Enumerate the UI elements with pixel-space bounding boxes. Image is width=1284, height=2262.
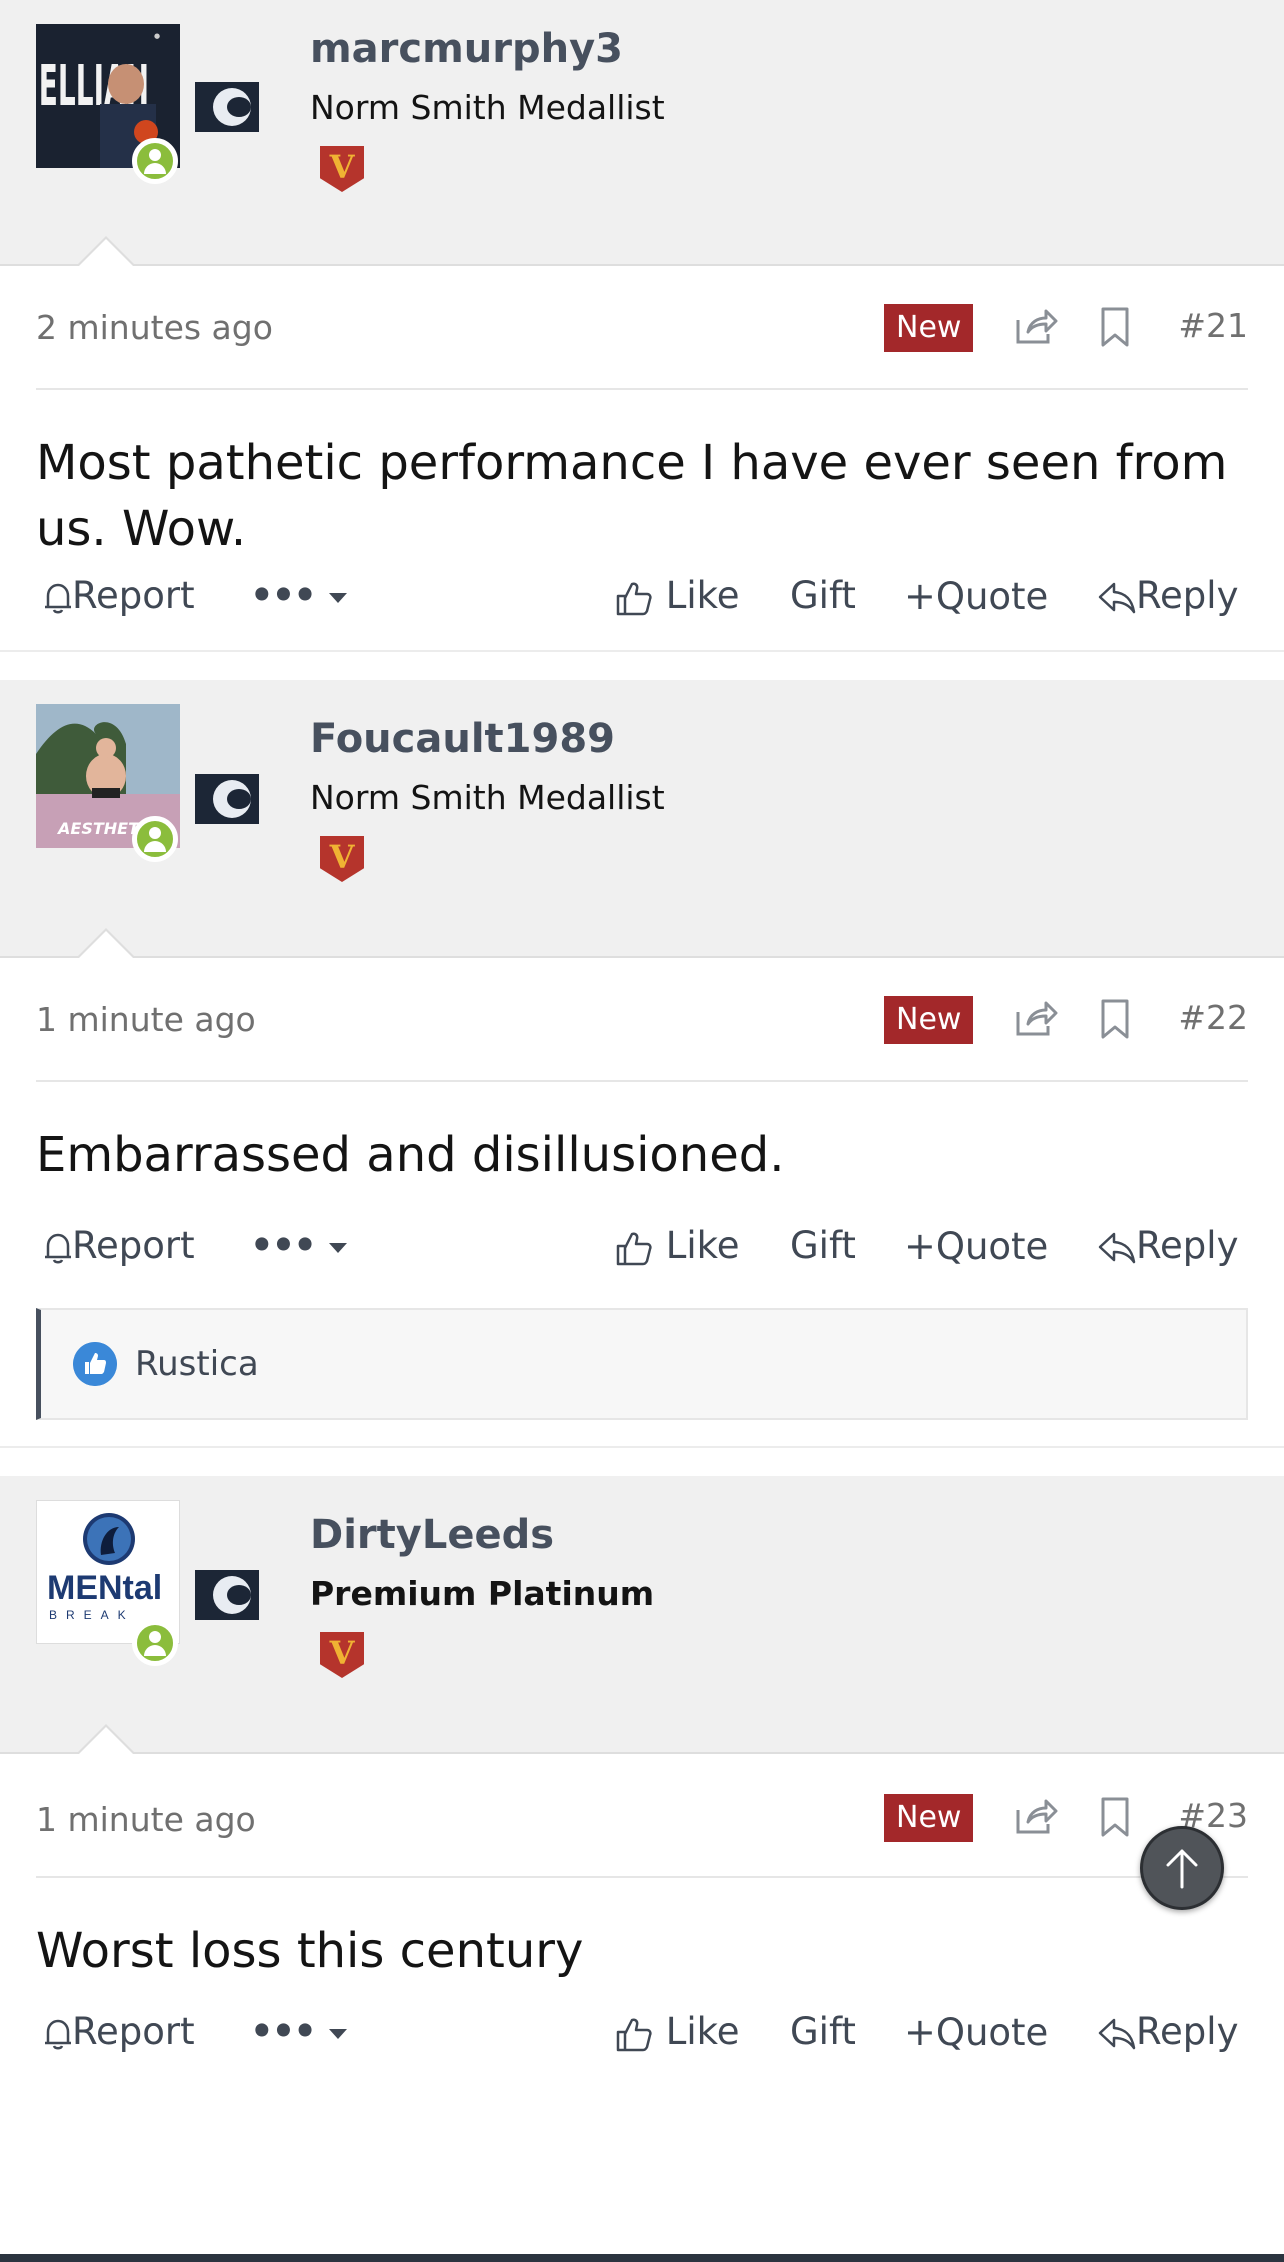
plus-icon: + [904, 2010, 936, 2054]
report-button[interactable]: Report [44, 1224, 195, 1267]
reply-icon [1098, 1232, 1136, 1263]
post-body: Most pathetic performance I have ever se… [36, 435, 1228, 557]
plus-icon: + [904, 1224, 936, 1268]
post-time[interactable]: 2 minutes ago [36, 308, 273, 347]
username-link[interactable]: marcmurphy3 [310, 26, 623, 72]
reaction-user[interactable]: Rustica [135, 1344, 259, 1384]
gift-button[interactable]: Gift [790, 574, 856, 617]
svg-text:BREAK: BREAK [49, 1608, 135, 1622]
quote-button[interactable]: +Quote [904, 1224, 1048, 1268]
new-badge: New [884, 1794, 974, 1842]
bell-icon [45, 1233, 71, 1263]
post-time[interactable]: 1 minute ago [36, 1000, 256, 1039]
post-time[interactable]: 1 minute ago [36, 1800, 256, 1839]
thumbs-up-icon [616, 2018, 652, 2051]
online-status-icon [132, 1620, 178, 1666]
post-number-link[interactable]: #22 [1178, 998, 1248, 1037]
post-user-header: AESTHET Foucault1989 Norm Smith Medallis… [0, 680, 1284, 959]
chevron-down-icon [328, 592, 347, 603]
post-22: AESTHET Foucault1989 Norm Smith Medallis… [0, 680, 1284, 1446]
scroll-to-top-button[interactable] [1140, 1826, 1224, 1910]
reply-icon [1098, 2018, 1136, 2049]
chevron-down-icon [328, 1242, 347, 1253]
report-button[interactable]: Report [44, 574, 195, 617]
post-actions: Report ••• Like Gift +Quote Reply [36, 1206, 1248, 1302]
quote-button[interactable]: +Quote [904, 574, 1048, 618]
bookmark-icon[interactable] [1100, 998, 1130, 1040]
v-badge-icon: V [320, 146, 364, 192]
reply-button[interactable]: Reply [1098, 1224, 1238, 1267]
club-logo-icon [195, 82, 259, 132]
post-23: MENtal BREAK DirtyLeeds Premium Platinum… [0, 1476, 1284, 2096]
share-icon[interactable] [1014, 998, 1058, 1038]
bottom-edge-bar [0, 2254, 1284, 2262]
online-status-icon [132, 816, 178, 862]
more-options-button[interactable]: ••• [250, 2010, 349, 2053]
post-meta: 1 minute ago New #23 [36, 1754, 1248, 1878]
header-pointer [76, 928, 136, 959]
header-pointer [76, 236, 136, 267]
arrow-up-icon [1166, 1849, 1198, 1889]
post-meta: 2 minutes ago New #21 [36, 266, 1248, 390]
post-meta: 1 minute ago New #22 [36, 958, 1248, 1082]
reply-button[interactable]: Reply [1098, 574, 1238, 617]
more-options-button[interactable]: ••• [250, 1224, 349, 1267]
user-title: Premium Platinum [310, 1574, 655, 1613]
bookmark-icon[interactable] [1100, 1796, 1130, 1838]
bookmark-icon[interactable] [1100, 306, 1130, 348]
online-status-icon [132, 138, 178, 184]
post-body: Embarrassed and disillusioned. [36, 1127, 785, 1183]
header-pointer [76, 1724, 136, 1755]
v-badge-icon: V [320, 836, 364, 882]
share-icon[interactable] [1014, 306, 1058, 346]
bell-icon [45, 2019, 71, 2049]
post-21: ELLIAH ● marcmurphy3 Norm Smith Medallis… [0, 0, 1284, 650]
post-body: Worst loss this century [36, 1923, 584, 1979]
like-button[interactable]: Like [614, 574, 740, 618]
post-user-header: MENtal BREAK DirtyLeeds Premium Platinum… [0, 1476, 1284, 1755]
club-logo-icon [195, 1570, 259, 1620]
new-badge: New [884, 996, 974, 1044]
reply-icon [1098, 582, 1136, 613]
thumbs-up-icon [616, 1232, 652, 1265]
user-title: Norm Smith Medallist [310, 88, 665, 127]
user-title: Norm Smith Medallist [310, 778, 665, 817]
svg-text:●: ● [154, 32, 160, 40]
quote-button[interactable]: +Quote [904, 2010, 1048, 2054]
share-icon[interactable] [1014, 1796, 1058, 1836]
club-logo-icon [195, 774, 259, 824]
plus-icon: + [904, 574, 936, 618]
post-user-header: ELLIAH ● marcmurphy3 Norm Smith Medallis… [0, 0, 1284, 267]
reply-button[interactable]: Reply [1098, 2010, 1238, 2053]
chevron-down-icon [328, 2028, 347, 2039]
like-button[interactable]: Like [614, 2010, 740, 2054]
reactions-bar[interactable]: Rustica [36, 1308, 1248, 1420]
v-badge-icon: V [320, 1632, 364, 1678]
username-link[interactable]: DirtyLeeds [310, 1512, 554, 1558]
svg-text:MENtal: MENtal [47, 1569, 162, 1607]
post-actions: Report ••• Like Gift +Quote Reply [36, 546, 1248, 650]
like-reaction-icon [73, 1342, 117, 1386]
bell-icon [45, 583, 71, 613]
gift-button[interactable]: Gift [790, 1224, 856, 1267]
like-button[interactable]: Like [614, 1224, 740, 1268]
thumbs-up-icon [616, 582, 652, 615]
post-separator [0, 1446, 1284, 1476]
username-link[interactable]: Foucault1989 [310, 716, 615, 762]
post-number-link[interactable]: #21 [1178, 306, 1248, 345]
post-actions: Report ••• Like Gift +Quote Reply [36, 1996, 1248, 2096]
svg-text:AESTHET: AESTHET [56, 819, 140, 838]
post-separator [0, 650, 1284, 680]
more-options-button[interactable]: ••• [250, 574, 349, 617]
new-badge: New [884, 304, 974, 352]
gift-button[interactable]: Gift [790, 2010, 856, 2053]
report-button[interactable]: Report [44, 2010, 195, 2053]
